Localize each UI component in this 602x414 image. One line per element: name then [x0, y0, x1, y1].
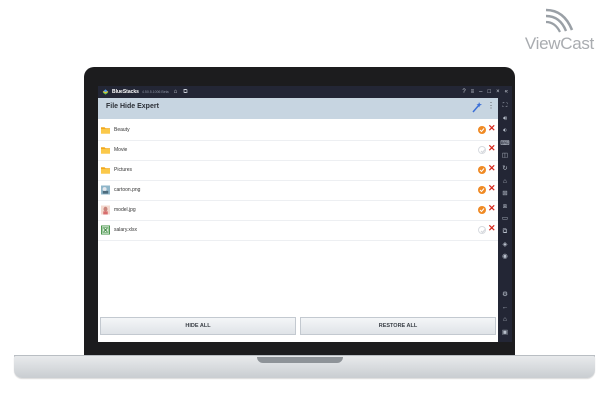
location-icon[interactable]: ◉: [498, 251, 512, 264]
hide-all-button[interactable]: HIDE ALL: [100, 317, 296, 335]
home-icon[interactable]: ⌂: [498, 314, 512, 327]
file-list: Beauty ✕ Movie ✕ Pictures ✕ cartoon.png …: [98, 121, 498, 241]
delete-icon[interactable]: ✕: [488, 204, 496, 213]
list-item[interactable]: model.jpg ✕: [98, 201, 498, 221]
laptop-notch: [257, 357, 343, 363]
folder-icon: [101, 127, 110, 134]
rotate-icon[interactable]: ↻: [498, 163, 512, 176]
file-name: Pictures: [114, 167, 133, 173]
delete-icon[interactable]: ✕: [488, 164, 496, 173]
file-name: salary.xlsx: [114, 227, 137, 233]
blank-spacer: [498, 264, 512, 277]
gamepad-icon[interactable]: ⊞: [498, 188, 512, 201]
volume-up-icon[interactable]: 🔊︎: [498, 113, 512, 126]
hidden-status-icon[interactable]: [478, 186, 486, 194]
expand-icon[interactable]: ⛶: [498, 100, 512, 113]
hidden-status-icon[interactable]: [478, 206, 486, 214]
blank-spacer: [498, 276, 512, 289]
delete-icon[interactable]: ✕: [488, 144, 496, 153]
layers-icon[interactable]: ◈: [498, 239, 512, 252]
folder-icon: [101, 147, 110, 154]
list-item[interactable]: Pictures ✕: [98, 161, 498, 181]
bluestacks-logo-icon: [102, 88, 109, 95]
file-name: Beauty: [114, 127, 130, 133]
list-item[interactable]: Beauty ✕: [98, 121, 498, 141]
delete-icon[interactable]: ✕: [488, 184, 496, 193]
list-item[interactable]: Movie ✕: [98, 141, 498, 161]
viewcast-wordmark: ViewCast: [524, 34, 594, 53]
folder-icon[interactable]: ▭: [498, 213, 512, 226]
list-item[interactable]: cartoon.png ✕: [98, 181, 498, 201]
back-icon[interactable]: ←: [498, 302, 512, 315]
bluestacks-title: BlueStacks: [112, 89, 139, 95]
page: ViewCast BlueStacks 4.50.5.1006 Beta ⌂ ⧉…: [0, 0, 602, 414]
copy-icon[interactable]: ⧉: [498, 226, 512, 239]
visible-status-icon[interactable]: [478, 146, 486, 154]
screenrecord-icon[interactable]: ⧈: [498, 201, 512, 214]
spreadsheet-icon: [101, 225, 110, 235]
minimize-icon[interactable]: –: [479, 89, 482, 95]
hidden-status-icon[interactable]: [478, 166, 486, 174]
close-icon[interactable]: ×: [496, 89, 500, 95]
window-controls: ? ≡ – □ × «: [462, 86, 512, 98]
app-bar: File Hide Expert ⋮: [98, 98, 498, 119]
file-name: model.jpg: [114, 207, 136, 213]
home-icon[interactable]: ⌂: [174, 89, 178, 95]
overflow-menu-icon[interactable]: ⋮: [487, 102, 495, 110]
folder-icon: [101, 167, 110, 174]
photo-thumbnail-icon: [101, 205, 110, 215]
app-title: File Hide Expert: [106, 103, 159, 110]
image-thumbnail-icon: [101, 185, 110, 195]
delete-icon[interactable]: ✕: [488, 224, 496, 233]
maximize-icon[interactable]: □: [488, 89, 492, 95]
file-hide-expert-app: File Hide Expert ⋮ Beauty ✕ Movie ✕ Pict…: [98, 98, 498, 342]
screenshot-icon[interactable]: ◫: [498, 150, 512, 163]
viewcast-logo: ViewCast: [504, 6, 594, 53]
file-name: cartoon.png: [114, 187, 141, 193]
bluestacks-titlebar: BlueStacks 4.50.5.1006 Beta ⌂ ⧉ ? ≡ – □ …: [98, 86, 512, 98]
help-icon[interactable]: ?: [462, 89, 465, 95]
shake-icon[interactable]: ⌂: [498, 176, 512, 189]
hidden-status-icon[interactable]: [478, 126, 486, 134]
laptop-screen: BlueStacks 4.50.5.1006 Beta ⌂ ⧉ ? ≡ – □ …: [98, 86, 512, 342]
volume-down-icon[interactable]: 🔉︎: [498, 125, 512, 138]
menu-icon[interactable]: ≡: [471, 89, 475, 95]
recents-icon[interactable]: ▣: [498, 327, 512, 340]
visible-status-icon[interactable]: [478, 226, 486, 234]
bluestacks-side-toolbar: ⛶ 🔊︎ 🔉︎ ⌨︎ ◫ ↻ ⌂ ⊞ ⧈ ▭ ⧉ ◈ ◉ ⚙︎ ← ⌂ ▣: [498, 98, 512, 342]
bluestacks-version: 4.50.5.1006 Beta: [141, 90, 169, 94]
settings-icon[interactable]: ⚙︎: [498, 289, 512, 302]
collapse-icon[interactable]: «: [505, 89, 508, 95]
signal-arcs-icon: [545, 8, 574, 33]
restore-all-button[interactable]: RESTORE ALL: [300, 317, 496, 335]
delete-icon[interactable]: ✕: [488, 124, 496, 133]
bottom-button-bar: HIDE ALL RESTORE ALL: [98, 317, 498, 337]
keymap-icon[interactable]: ⌨︎: [498, 138, 512, 151]
tabs-icon[interactable]: ⧉: [183, 89, 187, 96]
list-item[interactable]: salary.xlsx ✕: [98, 221, 498, 241]
magic-wand-icon[interactable]: [472, 102, 482, 113]
file-name: Movie: [114, 147, 128, 153]
